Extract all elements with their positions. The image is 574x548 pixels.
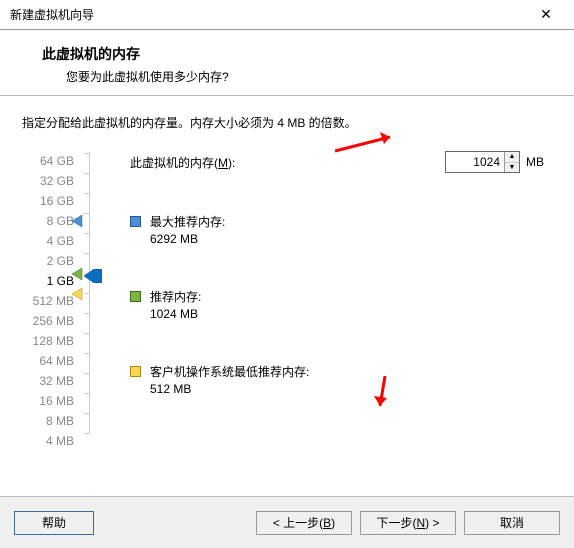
square-yellow-icon — [130, 366, 141, 377]
scale-label: 32 GB — [33, 171, 74, 191]
wizard-header: 此虚拟机的内存 您要为此虚拟机使用多少内存? — [0, 30, 574, 95]
max-memory-label: 最大推荐内存: — [150, 213, 225, 230]
next-button[interactable]: 下一步(N) > — [360, 511, 456, 535]
scale-label: 1 GB — [33, 271, 74, 291]
memory-slider-knob[interactable] — [84, 269, 102, 286]
button-bar: 帮助 < 上一步(B) 下一步(N) > 取消 — [0, 496, 574, 548]
rec-memory-info: 推荐内存: 1024 MB — [130, 288, 544, 321]
memory-input-label: 此虚拟机的内存(M): — [130, 154, 235, 171]
spinner-up-icon[interactable]: ▲ — [505, 152, 519, 163]
scale-label: 32 MB — [33, 371, 74, 391]
memory-scale: 64 GB32 GB16 GB8 GB4 GB2 GB1 GB512 MB256… — [0, 151, 130, 438]
scale-label: 128 MB — [33, 331, 74, 351]
max-memory-info: 最大推荐内存: 6292 MB — [130, 213, 544, 246]
scale-label: 4 MB — [33, 431, 74, 451]
rec-memory-value: 1024 MB — [150, 307, 201, 321]
square-green-icon — [130, 291, 141, 302]
min-memory-value: 512 MB — [150, 382, 309, 396]
close-icon[interactable]: ✕ — [526, 1, 566, 29]
scale-label: 4 GB — [33, 231, 74, 251]
min-marker-icon — [72, 288, 84, 300]
scale-label: 8 GB — [33, 211, 74, 231]
square-blue-icon — [130, 216, 141, 227]
instruction-text: 指定分配给此虚拟机的内存量。内存大小必须为 4 MB 的倍数。 — [0, 96, 574, 131]
max-marker-icon — [72, 215, 84, 227]
scale-label: 16 GB — [33, 191, 74, 211]
scale-label: 256 MB — [33, 311, 74, 331]
window-title: 新建虚拟机向导 — [10, 6, 94, 23]
memory-input[interactable] — [446, 152, 504, 172]
scale-label: 64 MB — [33, 351, 74, 371]
titlebar: 新建虚拟机向导 ✕ — [0, 0, 574, 30]
page-subheading: 您要为此虚拟机使用多少内存? — [42, 68, 564, 85]
scale-labels: 64 GB32 GB16 GB8 GB4 GB2 GB1 GB512 MB256… — [33, 151, 74, 451]
rec-marker-icon — [72, 268, 84, 280]
min-memory-info: 客户机操作系统最低推荐内存: 512 MB — [130, 363, 544, 396]
scale-label: 8 MB — [33, 411, 74, 431]
help-button[interactable]: 帮助 — [14, 511, 94, 535]
back-button[interactable]: < 上一步(B) — [256, 511, 352, 535]
rec-memory-label: 推荐内存: — [150, 288, 201, 305]
main-content: 64 GB32 GB16 GB8 GB4 GB2 GB1 GB512 MB256… — [0, 131, 574, 438]
min-memory-label: 客户机操作系统最低推荐内存: — [150, 363, 309, 380]
scale-label: 16 MB — [33, 391, 74, 411]
memory-input-row: 此虚拟机的内存(M): ▲ ▼ MB — [130, 151, 544, 173]
spinner-down-icon[interactable]: ▼ — [505, 163, 519, 173]
scale-label: 64 GB — [33, 151, 74, 171]
max-memory-value: 6292 MB — [150, 232, 225, 246]
scale-label: 2 GB — [33, 251, 74, 271]
cancel-button[interactable]: 取消 — [464, 511, 560, 535]
memory-spinner[interactable]: ▲ ▼ — [445, 151, 520, 173]
page-heading: 此虚拟机的内存 — [42, 44, 564, 64]
scale-label: 512 MB — [33, 291, 74, 311]
right-column: 此虚拟机的内存(M): ▲ ▼ MB 最大推荐内存: 6292 MB — [130, 151, 574, 438]
memory-unit: MB — [526, 155, 544, 169]
